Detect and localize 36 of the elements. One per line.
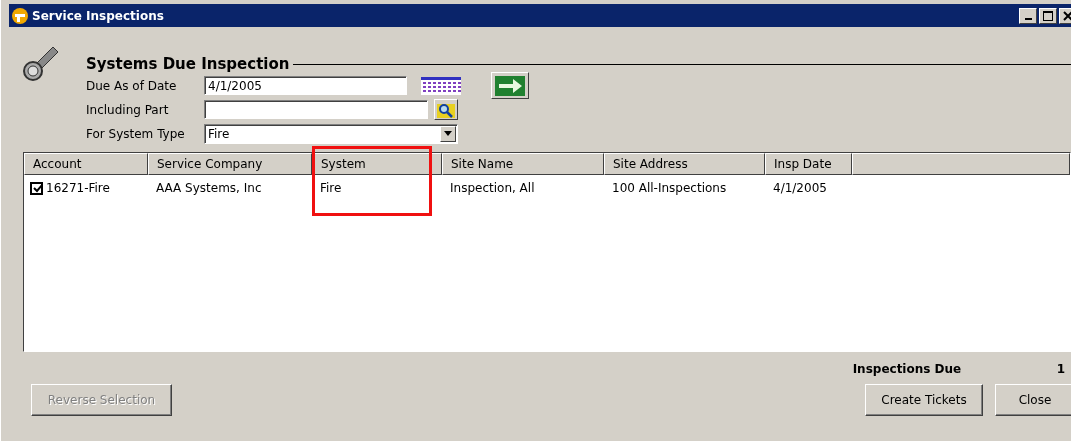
field-label: For System Type xyxy=(86,126,186,141)
table-cell: 16271-Fire xyxy=(46,181,110,195)
summary-label: Inspections Due xyxy=(852,362,963,376)
app-logo-icon xyxy=(11,6,29,25)
column-header[interactable]: Site Name xyxy=(442,153,604,175)
table-cell: Fire xyxy=(320,181,342,195)
maximize-button[interactable] xyxy=(1039,7,1057,24)
date-field[interactable]: 4/1/2005 xyxy=(204,76,407,95)
close-window-button[interactable] xyxy=(1059,7,1071,24)
section-title: Systems Due Inspection xyxy=(86,55,290,73)
window-title: Service Inspections xyxy=(32,8,165,23)
column-header[interactable]: Site Address xyxy=(604,153,765,175)
summary-count: 1 xyxy=(1056,362,1065,376)
maximize-icon xyxy=(1043,10,1053,21)
system-type-dropdown[interactable]: Fire xyxy=(204,123,458,144)
calendar-icon[interactable] xyxy=(421,76,461,95)
part-field[interactable] xyxy=(204,100,428,119)
checkbox[interactable] xyxy=(30,181,43,195)
caret-icon xyxy=(443,130,453,137)
minimize-button[interactable] xyxy=(1019,7,1037,24)
column-header[interactable]: System xyxy=(312,153,442,175)
table-cell: 100 All-Inspections xyxy=(612,181,727,195)
action-button[interactable]: Create Tickets xyxy=(865,384,983,416)
column-header[interactable]: Service Company xyxy=(148,153,312,175)
go-button[interactable] xyxy=(491,72,529,99)
field-label: Due As of Date xyxy=(86,78,178,93)
column-header[interactable]: Insp Date xyxy=(765,153,852,175)
search-button[interactable] xyxy=(434,99,458,120)
action-button[interactable]: Close xyxy=(995,384,1071,416)
close-icon xyxy=(1063,10,1071,21)
column-header[interactable]: Account xyxy=(24,153,148,175)
field-label: Including Part xyxy=(86,102,170,117)
table-cell: 4/1/2005 xyxy=(773,181,827,195)
table-cell: Inspection, All xyxy=(450,181,535,195)
minimize-icon xyxy=(1024,17,1032,20)
table-cell: AAA Systems, Inc xyxy=(156,181,262,195)
